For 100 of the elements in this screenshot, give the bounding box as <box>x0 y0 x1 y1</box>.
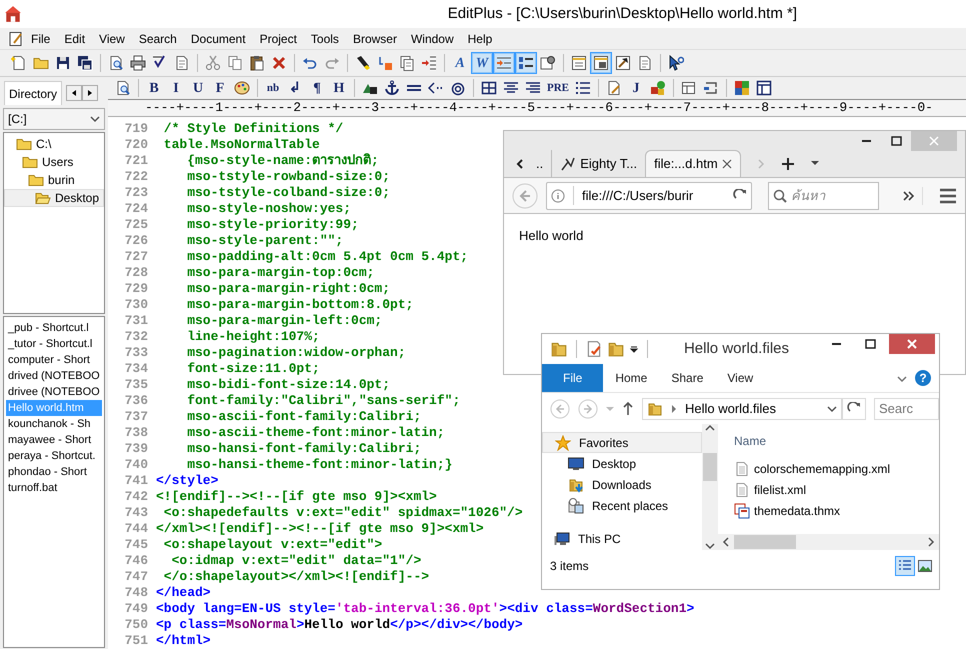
toolbar-button[interactable]: U <box>187 77 209 99</box>
chevron-down-icon <box>90 115 100 123</box>
toolbar-button[interactable]: H <box>328 77 350 99</box>
file-item[interactable]: mayawee - Short <box>6 432 102 448</box>
menu-item[interactable]: File <box>24 28 58 48</box>
drive-dropdown[interactable]: [C:] <box>3 108 105 130</box>
scrollbar-thumb[interactable] <box>734 535 796 549</box>
ribbon-tab[interactable]: View <box>715 364 766 392</box>
navigation-item[interactable]: Recent places <box>542 495 702 516</box>
undo-icon <box>302 55 318 71</box>
list-window-icon <box>571 55 587 71</box>
menu-item[interactable]: Browser <box>346 28 404 48</box>
file-item[interactable]: _pub - Shortcut.l <box>6 320 102 336</box>
document-icon <box>637 55 653 71</box>
code-line: mso-padding-alt:0cm 5.4pt 0cm 5.4pt; <box>186 249 468 265</box>
code-line: </o:shapelayout></xml><![endif]--> <box>162 569 430 585</box>
floppies-icon <box>77 55 93 71</box>
search-field[interactable]: ค้นหา <box>768 182 879 210</box>
new-tab-icon <box>780 156 795 170</box>
line-number: 729 <box>124 281 148 297</box>
navigation-item[interactable]: Downloads <box>542 474 702 495</box>
toolbar-button[interactable]: ¶ <box>306 77 328 99</box>
toolbar-button[interactable] <box>590 52 612 74</box>
toolbar-button[interactable]: A <box>449 52 471 74</box>
toolbar-button[interactable]: I <box>165 77 187 99</box>
browser-tab[interactable]: Eighty T... <box>552 150 646 177</box>
floppy-icon <box>55 55 71 71</box>
file-item[interactable]: kounchanok - Sh <box>6 416 102 432</box>
navigation-item[interactable]: This PC <box>542 528 702 549</box>
toolbar-button[interactable]: ↲ <box>284 77 306 99</box>
menu-item[interactable]: Search <box>132 28 184 48</box>
panel-tab[interactable]: Directory <box>4 81 62 105</box>
view-button[interactable] <box>895 556 915 576</box>
toolbar-button[interactable]: W <box>471 52 493 74</box>
recent-places-icon <box>568 498 584 514</box>
folder-icon <box>16 136 32 152</box>
scrollbar-thumb[interactable] <box>703 453 717 481</box>
line-number: 749 <box>124 601 148 617</box>
line-number: 748 <box>124 585 148 601</box>
ribbon-tab[interactable]: Home <box>603 364 660 392</box>
navigation-item[interactable]: Desktop <box>542 453 702 474</box>
address-bar[interactable]: file:///C:/Users/burir <box>546 182 752 210</box>
toolbar-button[interactable]: nb <box>262 77 284 99</box>
close-button[interactable] <box>889 334 935 354</box>
line-numbers-icon <box>518 55 534 71</box>
toolbar-button[interactable]: B <box>143 77 165 99</box>
toolbar-button[interactable]: F <box>209 77 231 99</box>
chevron-left-icon <box>516 158 524 168</box>
ribbon-tab[interactable]: File <box>542 364 604 392</box>
code-line: <p class=MsoNormal>Hello world</p></div></body> <box>156 617 523 633</box>
menu-item[interactable]: Tools <box>304 28 346 48</box>
file-item[interactable]: colorschememapping.xml <box>718 458 939 479</box>
menu-item[interactable]: Window <box>404 28 461 48</box>
line-number: 740 <box>124 457 148 473</box>
navigation-item[interactable]: Favorites <box>542 432 702 453</box>
column-ruler: ----+----1----+----2----+----3----+----4----+----5----+----6----+----7----+----8----+----9----+----0- <box>145 100 933 115</box>
file-item[interactable]: turnoff.bat <box>6 480 102 496</box>
file-item[interactable]: themedata.thmx <box>718 500 939 521</box>
scroll-left-button[interactable] <box>66 85 82 101</box>
menu-item[interactable]: Document <box>184 28 253 48</box>
code-line: table.MsoNormalTable <box>162 137 320 153</box>
menu-button[interactable] <box>922 186 957 204</box>
file-item[interactable]: _tutor - Shortcut.l <box>6 336 102 352</box>
file-item[interactable]: drivee (NOTEBOO <box>6 384 102 400</box>
file-item[interactable]: phondao - Short <box>6 464 102 480</box>
refresh-button[interactable] <box>842 398 866 420</box>
address-bar[interactable]: Hello world.files <box>642 398 842 420</box>
file-item[interactable]: filelist.xml <box>718 479 939 500</box>
up-button[interactable] <box>622 400 634 418</box>
vertical-scrollbar[interactable] <box>702 424 718 550</box>
scroll-right-button[interactable] <box>82 85 98 101</box>
menu-item[interactable]: Edit <box>57 28 92 48</box>
search-field[interactable]: Searc <box>874 398 939 420</box>
ribbon-tab[interactable]: Share <box>659 364 716 392</box>
right-arrow-icon <box>86 88 94 98</box>
chevron-down-icon <box>827 404 837 412</box>
file-item[interactable]: drived (NOTEBOO <box>6 368 102 384</box>
menu-item[interactable]: Project <box>252 28 304 48</box>
folder-item[interactable]: Desktop <box>4 189 104 207</box>
notepad-icon <box>8 30 24 46</box>
code-line: mso-tstyle-rowband-size:0; <box>186 169 390 185</box>
browser-tab[interactable]: file:...d.htm <box>645 150 741 177</box>
palette-icon <box>234 80 250 96</box>
toolbar-button[interactable] <box>515 52 537 74</box>
help-button[interactable]: ? <box>915 370 931 386</box>
comment-icon <box>428 80 444 96</box>
line-number: 746 <box>124 553 148 569</box>
left-arrow-icon <box>70 88 78 98</box>
menu-item[interactable]: View <box>92 28 132 48</box>
code-line: </xml><![endif]--><!--[if gte mso 9]><xml> <box>156 521 484 537</box>
line-number: 720 <box>124 137 148 153</box>
code-line: mso-hansi-font-family:Calibri; <box>186 441 422 457</box>
menu-item[interactable]: Help <box>460 28 500 48</box>
file-item[interactable]: computer - Short <box>6 352 102 368</box>
toolbar-button[interactable]: J <box>625 77 647 99</box>
toolbar-button[interactable]: PRE <box>544 77 572 99</box>
horizontal-scrollbar[interactable] <box>718 534 939 550</box>
column-header[interactable]: Name <box>734 434 766 448</box>
file-item[interactable]: peraya - Shortcut. <box>6 448 102 464</box>
blocks-icon <box>650 80 666 96</box>
